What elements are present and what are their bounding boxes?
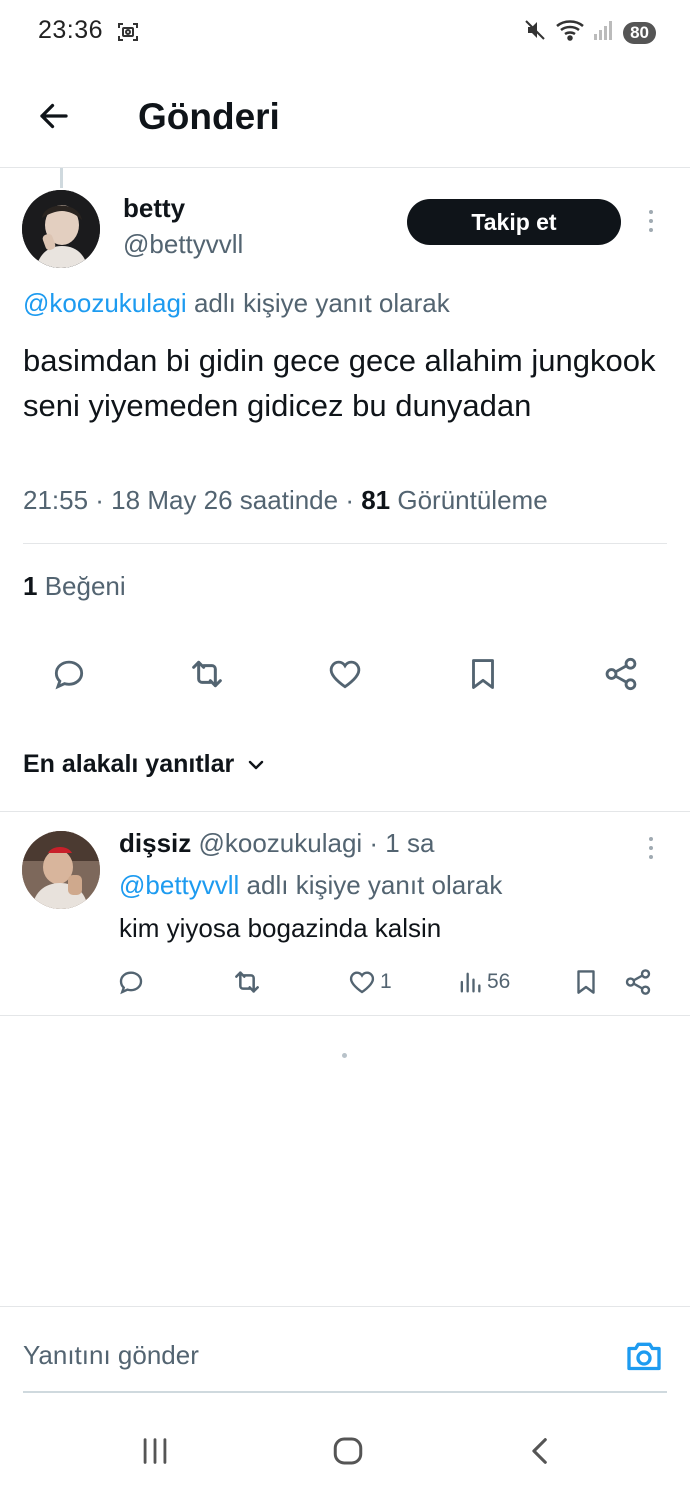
bookmark-icon	[472, 659, 494, 689]
reply-button[interactable]	[46, 651, 92, 697]
camera-icon	[627, 1342, 661, 1371]
reply-icon	[119, 971, 143, 995]
signal-icon	[593, 19, 615, 46]
likes-count: 1	[23, 571, 38, 601]
reply-header: dişsiz @koozukulagi · 1 sa	[119, 828, 434, 859]
reply-to-suffix: adlı kişiye yanıt olarak	[186, 288, 450, 318]
share-icon	[605, 657, 637, 691]
analytics-icon	[460, 972, 481, 993]
tweet-timestamp[interactable]: 21:55 · 18 May 26 saatinde ·	[23, 485, 361, 515]
chevron-left-icon	[532, 1438, 547, 1464]
bookmark-button[interactable]	[460, 651, 506, 697]
status-time: 23:36	[38, 16, 104, 44]
reply-to-mention[interactable]: @bettyvvll	[119, 870, 239, 900]
share-icon	[625, 969, 651, 995]
author-name[interactable]: betty	[123, 193, 185, 224]
recent-apps-button[interactable]	[125, 1425, 185, 1477]
author-handle[interactable]: @bettyvvll	[123, 229, 243, 260]
reply-context: @bettyvvll adlı kişiye yanıt olarak	[119, 870, 502, 901]
reply-to-mention[interactable]: @koozukulagi	[23, 288, 187, 318]
divider	[23, 543, 667, 544]
retweet-icon	[192, 660, 222, 688]
views-label: Görüntüleme	[390, 485, 548, 515]
loading-indicator	[342, 1053, 347, 1058]
home-icon	[333, 1437, 363, 1465]
reply-compose-input[interactable]: Yanıtını gönder	[23, 1340, 199, 1371]
reply-like-button[interactable]: 1	[347, 962, 392, 1002]
reply-text: kim yiyosa bogazinda kalsin	[119, 913, 442, 943]
reply-context: @koozukulagi adlı kişiye yanıt olarak	[23, 288, 450, 319]
divider	[0, 1306, 690, 1307]
home-button[interactable]	[318, 1425, 378, 1477]
retweet-icon	[235, 971, 259, 993]
thread-connector	[60, 168, 63, 188]
like-button[interactable]	[322, 651, 368, 697]
author-avatar[interactable]	[22, 190, 100, 268]
share-button[interactable]	[598, 651, 644, 697]
retweet-button[interactable]	[184, 651, 230, 697]
reply-more-options-icon[interactable]	[641, 828, 661, 868]
reply-like-count: 1	[380, 970, 392, 993]
tweet-text: basimdan bi gidin gece gece allahim jung…	[23, 343, 656, 423]
reply-views-button[interactable]: 56	[456, 962, 510, 1002]
divider	[0, 811, 690, 812]
chevron-down-icon	[249, 760, 264, 769]
back-button[interactable]	[30, 92, 78, 140]
reply-bookmark-button[interactable]	[571, 962, 601, 1002]
nav-back-button[interactable]	[511, 1425, 571, 1477]
reply-share-button[interactable]	[623, 962, 653, 1002]
screenshot-icon	[116, 20, 140, 44]
reply-author-handle[interactable]: @koozukulagi · 1 sa	[191, 828, 434, 858]
reply-author-avatar[interactable]	[22, 831, 100, 909]
reply-retweet-button[interactable]	[231, 962, 263, 1002]
like-icon	[349, 971, 375, 994]
views-count: 81	[361, 485, 391, 515]
camera-button[interactable]	[622, 1334, 666, 1378]
arrow-left-icon	[40, 103, 68, 129]
more-options-icon[interactable]	[641, 201, 661, 241]
status-icons: 80	[523, 18, 656, 47]
like-icon	[329, 660, 361, 689]
page-title: Gönderi	[138, 96, 280, 137]
follow-button[interactable]: Takip et	[407, 199, 621, 245]
compose-underline	[23, 1391, 667, 1393]
battery-indicator: 80	[623, 21, 656, 44]
divider	[0, 1015, 690, 1016]
mute-icon	[523, 18, 547, 47]
reply-author-name[interactable]: dişsiz	[119, 828, 191, 858]
likes-stat[interactable]: 1 Beğeni	[23, 571, 126, 602]
likes-label: Beğeni	[37, 571, 126, 601]
recent-apps-icon	[143, 1438, 167, 1464]
sort-label: En alakalı yanıtlar	[23, 750, 235, 778]
reply-view-count: 56	[487, 970, 511, 993]
tweet-meta: 21:55 · 18 May 26 saatinde · 81 Görüntül…	[23, 485, 548, 516]
bookmark-icon	[577, 970, 595, 994]
reply-icon	[54, 660, 84, 690]
wifi-icon	[555, 18, 585, 47]
reply-reply-button[interactable]	[116, 962, 146, 1002]
replies-sort-dropdown[interactable]: En alakalı yanıtlar	[23, 750, 268, 779]
reply-to-suffix: adlı kişiye yanıt olarak	[239, 870, 503, 900]
header-divider	[0, 167, 690, 168]
